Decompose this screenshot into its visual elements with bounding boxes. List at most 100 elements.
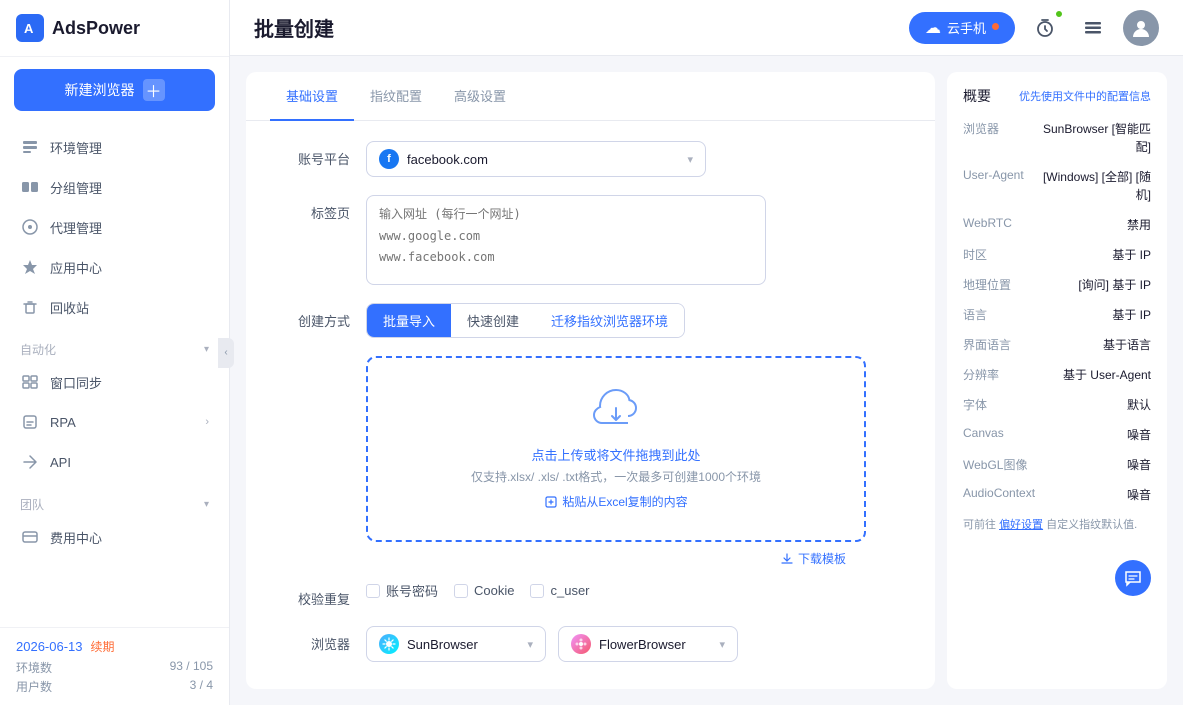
plus-icon: ＋ <box>143 79 165 101</box>
summary-row: 界面语言 基于语言 <box>963 336 1151 354</box>
cloud-phone-button[interactable]: ☁ 云手机 <box>909 12 1015 44</box>
list-view-button[interactable] <box>1075 10 1111 46</box>
cloud-upload-icon <box>592 388 640 437</box>
sidebar-collapse-button[interactable]: ‹ <box>218 338 234 368</box>
sidebar-item-window-sync[interactable]: 窗口同步 <box>0 362 229 402</box>
footer-date: 2026-06-13 <box>16 639 83 654</box>
summary-val: 基于 User-Agent <box>1063 366 1151 384</box>
logo-icon: A <box>16 14 44 42</box>
cloud-notification-dot <box>992 23 999 30</box>
sidebar-item-recycle[interactable]: 回收站 <box>0 287 229 327</box>
api-label: API <box>50 455 71 470</box>
avatar[interactable] <box>1123 10 1159 46</box>
tab-url-input[interactable] <box>366 195 766 285</box>
env-manage-label: 环境管理 <box>50 138 102 157</box>
verify-checkbox-group: 账号密码 Cookie c_user <box>366 581 590 600</box>
upload-hint: 仅支持.xlsx/ .xls/ .txt格式，一次最多可创建1000个环境 <box>471 468 761 485</box>
quick-create-tab[interactable]: 快速创建 <box>451 304 535 337</box>
verify-account-pwd[interactable]: 账号密码 <box>366 581 438 600</box>
form-tabs: 基础设置 指纹配置 高级设置 <box>246 72 935 121</box>
summary-val: 基于 IP <box>1112 246 1151 264</box>
content-area: 基础设置 指纹配置 高级设置 账号平台 f facebook.com ▾ 标签页 <box>230 56 1183 705</box>
batch-import-tab[interactable]: 批量导入 <box>367 304 451 337</box>
paste-link[interactable]: 粘贴从Excel复制的内容 <box>544 493 687 510</box>
rpa-label: RPA <box>50 415 76 430</box>
window-sync-icon <box>20 372 40 392</box>
logo-text: AdsPower <box>52 18 140 39</box>
main-area: 批量创建 ☁ 云手机 <box>230 0 1183 705</box>
summary-hint: 优先使用文件中的配置信息 <box>1019 88 1151 104</box>
proxy-manage-icon <box>20 217 40 237</box>
verify-label: 校验重复 <box>270 581 350 608</box>
tab-advanced[interactable]: 高级设置 <box>438 72 522 121</box>
flower-browser-icon <box>571 634 591 654</box>
window-sync-label: 窗口同步 <box>50 373 102 392</box>
team-chevron: ▾ <box>204 499 209 510</box>
sidebar-item-billing[interactable]: 费用中心 <box>0 517 229 557</box>
summary-row: AudioContext 噪音 <box>963 486 1151 504</box>
platform-value: facebook.com <box>407 152 679 167</box>
summary-key: WebRTC <box>963 216 1033 230</box>
sidebar-item-proxy-manage[interactable]: 代理管理 <box>0 207 229 247</box>
tab-fingerprint[interactable]: 指纹配置 <box>354 72 438 121</box>
billing-icon <box>20 527 40 547</box>
upload-text: 点击上传或将文件拖拽到此处 <box>531 445 700 464</box>
summary-row: 分辨率 基于 User-Agent <box>963 366 1151 384</box>
summary-row: WebRTC 禁用 <box>963 216 1151 234</box>
migrate-tab[interactable]: 迁移指纹浏览器环境 <box>535 304 684 337</box>
env-manage-icon <box>20 137 40 157</box>
summary-panel: 概要 优先使用文件中的配置信息 浏览器 SunBrowser [智能匹配] Us… <box>947 72 1167 689</box>
summary-val: 默认 <box>1127 396 1151 414</box>
summary-row: 字体 默认 <box>963 396 1151 414</box>
rpa-icon <box>20 412 40 432</box>
page-title: 批量创建 <box>254 13 334 42</box>
app-center-icon <box>20 257 40 277</box>
summary-key: 字体 <box>963 396 1033 413</box>
summary-key: 语言 <box>963 306 1033 323</box>
tab-basic[interactable]: 基础设置 <box>270 72 354 121</box>
sun-browser-select[interactable]: SunBrowser ▾ <box>366 626 546 662</box>
summary-key: AudioContext <box>963 486 1033 500</box>
proxy-manage-label: 代理管理 <box>50 218 102 237</box>
browser-label: 浏览器 <box>270 626 350 653</box>
flower-browser-select[interactable]: FlowerBrowser ▾ <box>558 626 738 662</box>
new-browser-button[interactable]: 新建浏览器 ＋ <box>14 69 215 111</box>
summary-key: 时区 <box>963 246 1033 263</box>
c-user-checkbox[interactable] <box>530 584 544 598</box>
group-manage-label: 分组管理 <box>50 178 102 197</box>
summary-val: 基于语言 <box>1103 336 1151 354</box>
cloud-phone-label: 云手机 <box>947 18 986 37</box>
sidebar-item-app-center[interactable]: 应用中心 <box>0 247 229 287</box>
recycle-label: 回收站 <box>50 298 89 317</box>
account-pwd-checkbox[interactable] <box>366 584 380 598</box>
sidebar-item-group-manage[interactable]: 分组管理 <box>0 167 229 207</box>
preferences-link[interactable]: 偏好设置 <box>999 519 1043 531</box>
sidebar-item-env-manage[interactable]: 环境管理 <box>0 127 229 167</box>
summary-val: 噪音 <box>1127 456 1151 474</box>
verify-row: 校验重复 账号密码 Cookie c_user <box>270 581 911 608</box>
verify-cookie[interactable]: Cookie <box>454 583 514 598</box>
timer-status-dot <box>1055 10 1063 18</box>
cookie-checkbox[interactable] <box>454 584 468 598</box>
download-template-link[interactable]: 下载模板 <box>780 550 911 567</box>
summary-key: User-Agent <box>963 168 1033 182</box>
form-panel: 基础设置 指纹配置 高级设置 账号平台 f facebook.com ▾ 标签页 <box>246 72 935 689</box>
summary-row: 时区 基于 IP <box>963 246 1151 264</box>
summary-key: Canvas <box>963 426 1033 440</box>
renew-link[interactable]: 续期 <box>91 638 115 655</box>
upload-area[interactable]: 点击上传或将文件拖拽到此处 仅支持.xlsx/ .xls/ .txt格式，一次最… <box>366 356 866 542</box>
summary-rows: 浏览器 SunBrowser [智能匹配] User-Agent [Window… <box>963 120 1151 504</box>
chat-button[interactable] <box>1115 560 1151 596</box>
sidebar-item-api[interactable]: API <box>0 442 229 482</box>
footer-stats: 环境数 93 / 105 用户数 3 / 4 <box>16 659 213 695</box>
summary-val: 噪音 <box>1127 486 1151 504</box>
summary-key: WebGL图像 <box>963 456 1033 473</box>
platform-select[interactable]: f facebook.com ▾ <box>366 141 706 177</box>
verify-c-user[interactable]: c_user <box>530 583 589 598</box>
sidebar-item-rpa[interactable]: RPA › <box>0 402 229 442</box>
browser-row: 浏览器 SunBrowser ▾ <box>270 626 911 662</box>
group-manage-icon <box>20 177 40 197</box>
summary-key: 界面语言 <box>963 336 1033 353</box>
recycle-icon <box>20 297 40 317</box>
flower-browser-chevron: ▾ <box>719 638 725 651</box>
